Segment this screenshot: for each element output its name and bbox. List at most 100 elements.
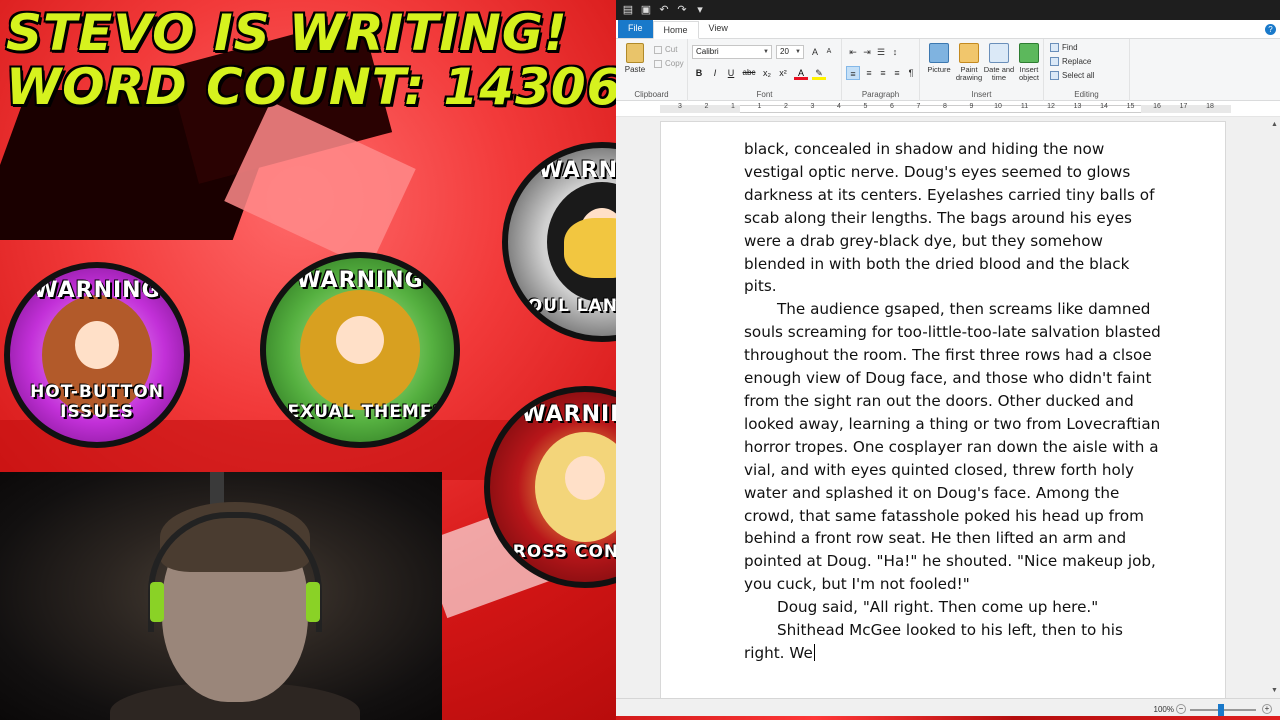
align-left-icon[interactable]: ≡ xyxy=(846,66,860,80)
warning-badge-sexual-themes: WARNING SEXUAL THEMES xyxy=(260,252,460,448)
copy-icon xyxy=(654,59,662,68)
date-time-button[interactable]: Date and time xyxy=(982,43,1016,82)
superscript-button[interactable]: x² xyxy=(776,66,790,80)
ruler-tick-label: 16 xyxy=(1153,103,1161,110)
paragraph-text: Shithead McGee looked to his left, then … xyxy=(744,621,1123,662)
group-label: Editing xyxy=(1074,90,1099,99)
scissors-icon xyxy=(654,45,662,54)
ruler-tick-label: 15 xyxy=(1126,103,1135,110)
subscript-button[interactable]: x₂ xyxy=(760,66,774,80)
zoom-out-icon[interactable]: − xyxy=(1176,704,1186,714)
strikethrough-button[interactable]: abc xyxy=(740,66,758,80)
word-count-title: WORD COUNT: 14306 xyxy=(6,58,616,116)
vertical-scrollbar[interactable]: ▲ ▼ xyxy=(1270,117,1280,698)
clipboard-group: Paste Cut Copy Clipboard xyxy=(616,39,688,101)
paragraph: Doug said, "All right. Then come up here… xyxy=(777,598,1099,617)
character-illustration xyxy=(300,290,420,410)
paragraph: The audience gsaped, then screams like d… xyxy=(744,300,1161,594)
group-label: Insert xyxy=(971,90,992,99)
scroll-down-icon[interactable]: ▼ xyxy=(1271,687,1278,694)
grow-font-icon[interactable]: A xyxy=(808,45,822,59)
insert-picture-button[interactable]: Picture xyxy=(922,43,956,74)
justify-icon[interactable]: ≡ xyxy=(890,66,904,80)
ribbon-tabs: File Home View ? xyxy=(616,20,1280,39)
paste-button[interactable]: Paste xyxy=(624,43,646,77)
zoom-slider-thumb[interactable] xyxy=(1218,704,1224,716)
paragraph-settings-icon[interactable]: ¶ xyxy=(904,66,918,80)
ribbon: Paste Cut Copy Clipboard Calibri ▼ 20 ▼ … xyxy=(616,39,1280,101)
font-size-select[interactable]: 20 ▼ xyxy=(776,45,804,59)
badge-topic-label: HOT-BUTTON ISSUES xyxy=(30,382,164,422)
zoom-in-icon[interactable]: + xyxy=(1262,704,1272,714)
document-page[interactable]: black, concealed in shadow and hiding th… xyxy=(660,121,1226,698)
undo-icon[interactable]: ↶ xyxy=(658,4,670,16)
save-icon[interactable]: ▣ xyxy=(640,4,652,16)
ruler-tick-label: 12 xyxy=(1047,103,1055,110)
ruler-tick-label: 3 xyxy=(678,103,682,110)
text-cursor xyxy=(813,643,815,661)
tab-file[interactable]: File xyxy=(618,20,653,38)
ruler-tick-label: 17 xyxy=(1179,103,1188,110)
decrease-indent-icon[interactable]: ⇤ xyxy=(846,45,860,59)
badge-warning-label: WARNING xyxy=(521,402,616,427)
insert-object-button[interactable]: Insert object xyxy=(1012,43,1046,82)
calendar-icon xyxy=(989,43,1009,63)
warning-badge-hot-button: WARNING HOT-BUTTON ISSUES xyxy=(4,262,190,448)
text-color-button[interactable]: A xyxy=(794,66,808,80)
chevron-down-icon: ▼ xyxy=(763,49,769,55)
cut-button[interactable]: Cut xyxy=(654,45,677,54)
cut-label: Cut xyxy=(665,45,678,54)
customize-toolbar-icon[interactable]: ▾ xyxy=(694,4,706,16)
ruler[interactable]: 3 2 1 1 2 3 4 5 6 7 8 9 10 11 12 13 14 15 16 17 18 xyxy=(616,101,1280,117)
status-bar: 100% − + xyxy=(616,698,1280,720)
wordpad-app-icon[interactable]: ▤ xyxy=(622,4,634,16)
bold-button[interactable]: B xyxy=(692,66,706,80)
character-illustration xyxy=(535,432,616,542)
font-family-select[interactable]: Calibri ▼ xyxy=(692,45,772,59)
paragraph-group: ⇤ ⇥ ☰ ↕ ≡ ≡ ≡ ≡ ¶ Paragraph xyxy=(842,39,920,101)
ruler-tick-label: 10 xyxy=(994,103,1002,110)
italic-button[interactable]: I xyxy=(708,66,722,80)
replace-button[interactable]: Replace xyxy=(1050,57,1091,66)
stream-overlay: STEVO IS WRITING! WORD COUNT: 14306 WARN… xyxy=(0,0,616,720)
highlight-button[interactable]: ✎ xyxy=(812,66,826,80)
help-icon[interactable]: ? xyxy=(1265,24,1276,35)
badge-warning-label: WARNING xyxy=(33,278,161,303)
picture-icon xyxy=(929,43,949,63)
select-all-icon xyxy=(1050,71,1059,80)
tab-home[interactable]: Home xyxy=(652,21,699,39)
ruler-left-margin xyxy=(660,105,740,113)
shrink-font-icon[interactable]: A xyxy=(822,45,836,59)
paint-drawing-button[interactable]: Paint drawing xyxy=(952,43,986,82)
redo-icon[interactable]: ↷ xyxy=(676,4,688,16)
stream-title: STEVO IS WRITING! xyxy=(6,4,568,62)
document-area[interactable]: black, concealed in shadow and hiding th… xyxy=(616,117,1280,698)
badge-topic-label: GROSS CONTENT xyxy=(497,542,616,562)
tab-view[interactable]: View xyxy=(699,20,738,38)
select-all-button[interactable]: Select all xyxy=(1050,71,1094,80)
align-right-icon[interactable]: ≡ xyxy=(876,66,890,80)
paragraph: black, concealed in shadow and hiding th… xyxy=(744,140,1155,296)
ruler-tick-label: 1 xyxy=(731,103,735,110)
find-button[interactable]: Find xyxy=(1050,43,1078,52)
document-text[interactable]: black, concealed in shadow and hiding th… xyxy=(744,138,1164,665)
wordpad-window: ▤ ▣ ↶ ↷ ▾ File Home View ? Paste Cut Cop… xyxy=(616,0,1280,720)
underline-button[interactable]: U xyxy=(724,66,738,80)
insert-group: Picture Paint drawing Date and time Inse… xyxy=(920,39,1044,101)
ruler-tick-label: 5 xyxy=(863,103,868,110)
warning-badge-gross-content: WARNING GROSS CONTENT xyxy=(484,386,616,588)
ruler-tick-label: 1 xyxy=(757,103,762,110)
title-bar: ▤ ▣ ↶ ↷ ▾ xyxy=(616,0,1280,20)
increase-indent-icon[interactable]: ⇥ xyxy=(860,45,874,59)
bullet-list-icon[interactable]: ☰ xyxy=(874,45,888,59)
line-spacing-icon[interactable]: ↕ xyxy=(888,45,902,59)
editing-group: Find Replace Select all Editing xyxy=(1044,39,1130,101)
font-group: Calibri ▼ 20 ▼ A A B I U abc x₂ x² A ✎ F… xyxy=(688,39,842,101)
copy-button[interactable]: Copy xyxy=(654,59,684,68)
ruler-tick-label: 2 xyxy=(784,103,788,110)
ruler-tick-label: 11 xyxy=(1020,103,1029,110)
ruler-tick-label: 4 xyxy=(837,103,841,110)
scroll-up-icon[interactable]: ▲ xyxy=(1271,121,1278,128)
align-center-icon[interactable]: ≡ xyxy=(862,66,876,80)
zoom-level: 100% xyxy=(1153,705,1174,714)
